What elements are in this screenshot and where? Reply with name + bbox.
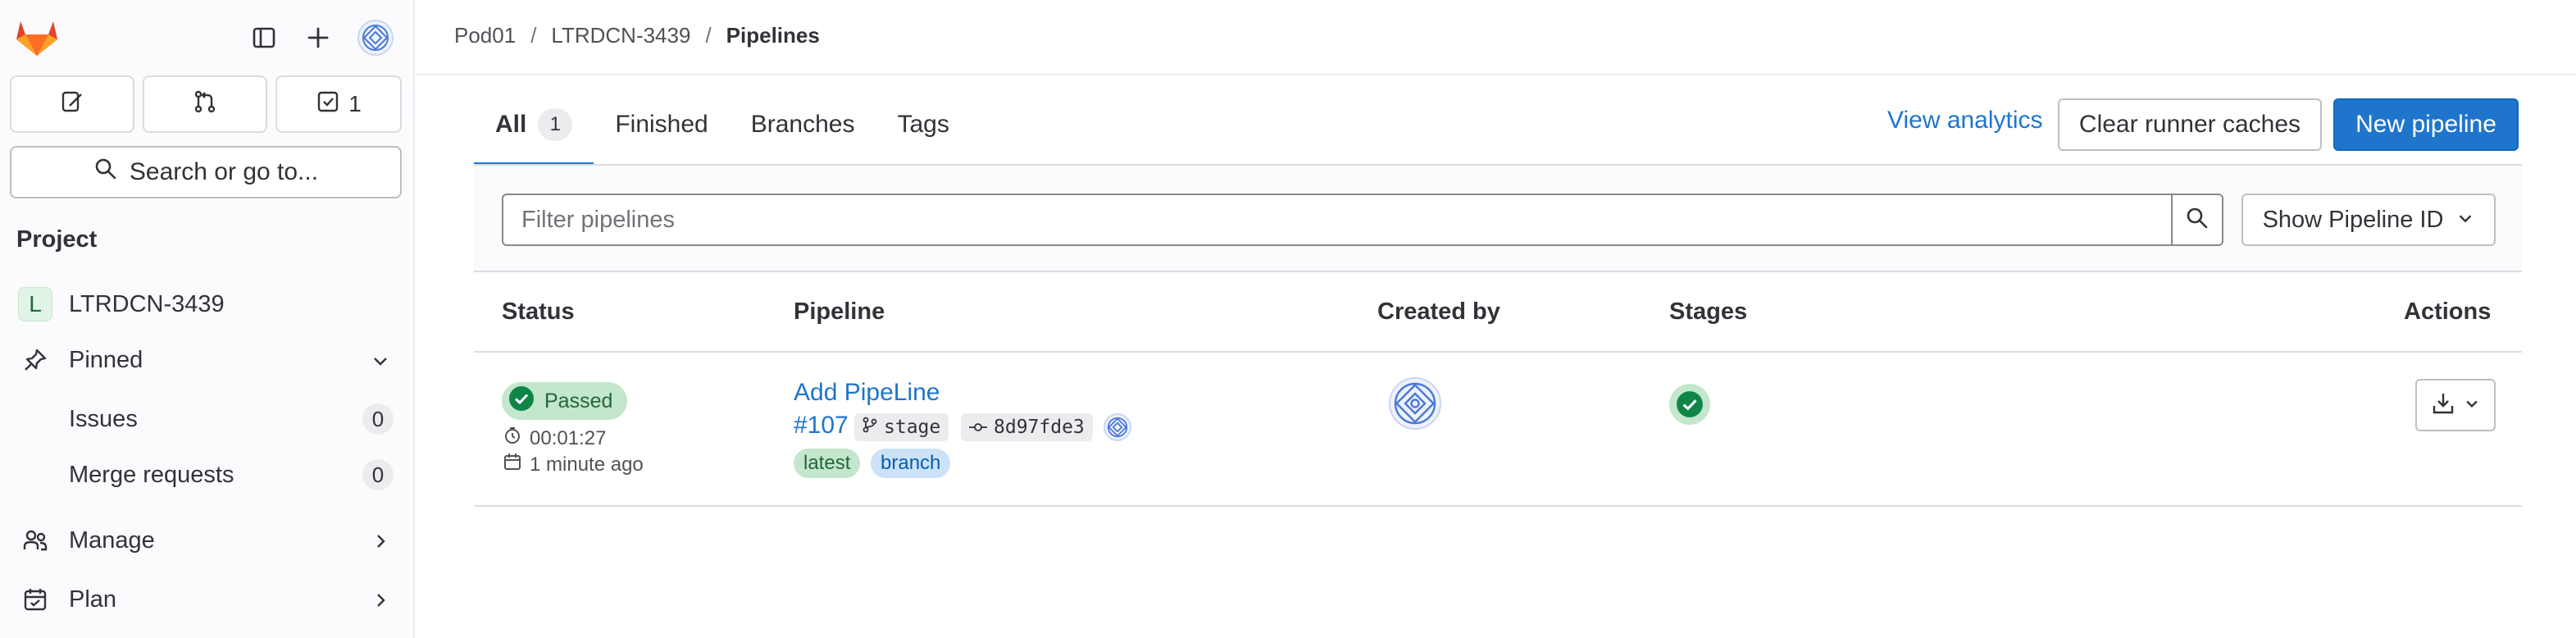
- search-button[interactable]: Search or go to...: [10, 146, 402, 198]
- pipeline-id-link[interactable]: #107: [794, 412, 849, 440]
- plan-label: Plan: [69, 586, 117, 613]
- commit-sha-chip[interactable]: 8d97fde3: [961, 413, 1093, 441]
- project-avatar: L: [18, 287, 52, 321]
- users-icon: [21, 526, 49, 554]
- column-header-pipeline: Pipeline: [794, 298, 885, 325]
- sidebar-item-project[interactable]: L LTRDCN-3439: [0, 279, 415, 330]
- tab-label: All: [495, 111, 527, 138]
- manage-label: Manage: [69, 526, 155, 554]
- search-label: Search or go to...: [129, 158, 319, 185]
- project-name: LTRDCN-3439: [69, 290, 225, 317]
- breadcrumb-separator: /: [705, 23, 712, 48]
- clear-runner-caches-button[interactable]: Clear runner caches: [2058, 98, 2322, 151]
- sidebar-item-label: Merge requests: [69, 461, 234, 488]
- column-header-stages: Stages: [1669, 298, 1748, 325]
- finished-value: 1 minute ago: [530, 453, 644, 476]
- tag-latest-badge: latest: [794, 449, 861, 478]
- pipeline-finished-time: 1 minute ago: [503, 453, 644, 476]
- todo-check-icon: [316, 89, 340, 120]
- pin-icon: [21, 346, 49, 374]
- stage-status-icon[interactable]: [1669, 384, 1710, 425]
- column-header-actions: Actions: [2404, 298, 2492, 325]
- tab-label: Finished: [615, 111, 708, 138]
- column-header-created-by: Created by: [1377, 298, 1500, 325]
- chevron-down-icon: [2456, 207, 2474, 234]
- issues-count-badge: 0: [362, 403, 394, 435]
- pinned-label: Pinned: [69, 346, 143, 373]
- merge-requests-button[interactable]: [143, 75, 267, 133]
- sidebar-item-merge-requests[interactable]: Merge requests 0: [0, 449, 415, 500]
- success-check-icon: [508, 385, 535, 417]
- assigned-issues-button[interactable]: [10, 75, 134, 133]
- plus-icon[interactable]: [302, 21, 335, 54]
- sidebar-item-issues[interactable]: Issues 0: [0, 394, 415, 444]
- commit-icon: [969, 417, 987, 438]
- table-row-divider: [474, 505, 2522, 507]
- sidebar-item-manage[interactable]: Manage: [0, 515, 415, 566]
- chevron-down-icon: [371, 350, 390, 370]
- tag-branch-badge: branch: [871, 449, 951, 478]
- clock-icon: [503, 426, 521, 450]
- tab-finished[interactable]: Finished: [594, 84, 729, 166]
- breadcrumb-item-current[interactable]: Pipelines: [726, 23, 820, 48]
- download-artifacts-button[interactable]: [2415, 379, 2496, 431]
- merge-requests-count-badge: 0: [362, 459, 394, 490]
- chevron-right-icon: [371, 531, 390, 550]
- chevron-right-icon: [371, 590, 390, 609]
- todos-button[interactable]: 1: [275, 75, 402, 133]
- tab-branches[interactable]: Branches: [730, 84, 876, 166]
- chevron-down-icon: [2464, 395, 2480, 416]
- tab-all[interactable]: All 1: [474, 84, 594, 166]
- view-analytics-link[interactable]: View analytics: [1887, 107, 2043, 134]
- todos-count: 1: [348, 91, 362, 116]
- user-avatar[interactable]: [357, 20, 394, 56]
- search-icon: [93, 157, 118, 188]
- pipeline-title-link[interactable]: Add PipeLine: [794, 379, 940, 407]
- status-badge[interactable]: Passed: [502, 382, 628, 420]
- top-bar: Pod01 / LTRDCN-3439 / Pipelines: [416, 0, 2576, 75]
- filter-pipelines-input[interactable]: Filter pipelines: [502, 194, 2173, 246]
- issues-icon: [60, 89, 84, 120]
- filter-search-button[interactable]: [2171, 194, 2223, 246]
- new-pipeline-button[interactable]: New pipeline: [2333, 98, 2519, 151]
- gitlab-logo-icon[interactable]: [15, 18, 59, 57]
- commit-sha-label: 8d97fde3: [994, 417, 1085, 438]
- sidebar-section-title: Project: [16, 226, 98, 253]
- column-header-status: Status: [502, 298, 575, 325]
- sidebar-item-pinned[interactable]: Pinned: [0, 335, 415, 385]
- tab-label: Branches: [750, 111, 855, 138]
- breadcrumb: Pod01 / LTRDCN-3439 / Pipelines: [454, 23, 820, 48]
- sidebar: 1 Search or go to... Project L LTRDCN-34…: [0, 0, 415, 638]
- branch-ref-label: stage: [884, 417, 941, 438]
- breadcrumb-separator: /: [530, 23, 537, 48]
- dropdown-label: Show Pipeline ID: [2262, 206, 2444, 233]
- status-label: Passed: [544, 389, 613, 412]
- calendar-icon: [503, 453, 521, 476]
- pipeline-tabs: All 1 Finished Branches Tags: [474, 84, 971, 166]
- pipeline-duration: 00:01:27: [503, 426, 606, 450]
- duration-value: 00:01:27: [530, 426, 607, 449]
- show-pipeline-id-dropdown[interactable]: Show Pipeline ID: [2241, 194, 2496, 246]
- tab-count-badge: 1: [538, 108, 573, 141]
- commit-author-avatar[interactable]: [1104, 413, 1131, 441]
- calendar-icon: [21, 586, 49, 613]
- search-icon: [2185, 206, 2210, 235]
- filter-placeholder: Filter pipelines: [521, 206, 675, 233]
- breadcrumb-item-project[interactable]: LTRDCN-3439: [551, 23, 690, 48]
- download-icon: [2431, 391, 2455, 420]
- sidebar-toggle-icon[interactable]: [248, 21, 280, 54]
- sidebar-item-label: Issues: [69, 405, 138, 432]
- tab-tags[interactable]: Tags: [876, 84, 971, 166]
- branch-icon: [862, 417, 877, 438]
- created-by-avatar[interactable]: [1389, 377, 1441, 430]
- table-header-divider: [474, 351, 2522, 353]
- tab-label: Tags: [897, 111, 949, 138]
- branch-ref-chip[interactable]: stage: [854, 413, 949, 441]
- sidebar-item-plan[interactable]: Plan: [0, 574, 415, 625]
- merge-request-icon: [193, 89, 217, 120]
- breadcrumb-item-group[interactable]: Pod01: [454, 23, 516, 48]
